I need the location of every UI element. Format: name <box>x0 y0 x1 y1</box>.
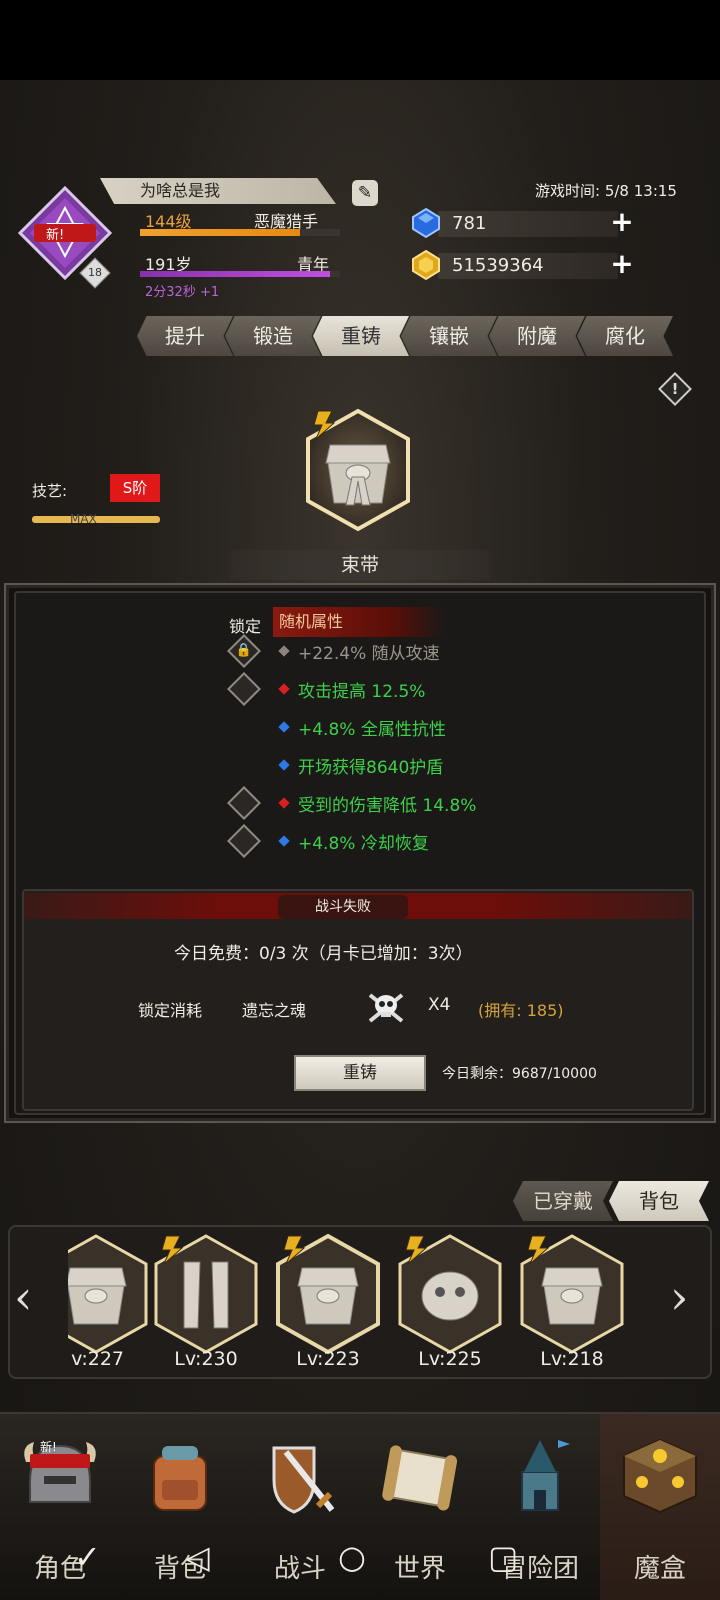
backpack-icon <box>153 1446 207 1511</box>
lock-toggle[interactable] <box>227 672 261 706</box>
selected-item-belt-icon[interactable] <box>302 407 414 533</box>
attribute-row: +4.8% 全属性抗性 <box>16 709 708 747</box>
sword-shield-icon <box>272 1446 335 1514</box>
avatar-new-badge: 新! <box>46 228 65 243</box>
free-today-text: 今日免费：0/3 次（月卡已增加：3次） <box>174 944 473 964</box>
equipment-slot-belt-icon[interactable] <box>516 1232 628 1356</box>
lock-cost-quantity: X4 <box>428 995 451 1015</box>
cost-title: 战斗失败 <box>278 895 408 919</box>
skill-grade-badge: S阶 <box>110 474 160 502</box>
owned-count: (拥有: 185) <box>478 1001 564 1020</box>
gold-icon <box>412 249 440 281</box>
equipment-slot-mask-icon[interactable] <box>394 1232 506 1356</box>
equipment-slot-belt-icon[interactable] <box>272 1232 384 1356</box>
gold-count: 51539364 <box>438 253 618 279</box>
system-back-triangle-icon[interactable]: ◁ <box>185 1538 210 1576</box>
nav-world[interactable]: 世界 <box>360 1414 480 1600</box>
remaining-today: 今日剩余：9687/10000 <box>442 1066 597 1082</box>
attribute-quality-gem-icon <box>278 759 290 771</box>
equipment-level: v:227 <box>71 1348 124 1370</box>
nav-character[interactable]: 新! 角色 <box>0 1414 120 1600</box>
attribute-list: 锁定 随机属性 🔒 +22.4% 随从攻速 攻击提高 12.5% +4.8% 全属性抗… <box>14 591 706 1115</box>
tab-inlay[interactable]: 镶嵌 <box>401 316 497 356</box>
attribute-quality-gem-icon <box>278 797 290 809</box>
age-timer: 2分32秒 +1 <box>145 285 220 300</box>
equipment-level: Lv:223 <box>296 1348 360 1370</box>
forgotten-soul-skull-icon <box>368 993 404 1023</box>
level-progress-bar <box>140 229 340 236</box>
equipment-level: Lv:225 <box>418 1348 482 1370</box>
nav-label-magic-box: 魔盒 <box>633 1554 686 1584</box>
attribute-quality-gem-icon <box>278 835 290 847</box>
attribute-quality-gem-icon <box>278 721 290 733</box>
nav-label-character: 角色 <box>33 1554 86 1584</box>
tab-equipped[interactable]: 已穿戴 <box>513 1181 613 1221</box>
attribute-text: +22.4% 随从攻速 <box>298 644 440 664</box>
nav-new-badge: 新! <box>40 1440 57 1454</box>
game-time: 游戏时间: 5/8 13:15 <box>535 182 677 200</box>
lock-toggle[interactable] <box>227 786 261 820</box>
status-bar <box>0 0 720 80</box>
castle-icon <box>521 1440 570 1511</box>
nav-label-world: 世界 <box>393 1554 446 1584</box>
lock-cost-label: 锁定消耗 <box>138 1001 203 1020</box>
scroll-left-arrow-icon[interactable]: ‹ <box>14 1270 50 1330</box>
system-recents-icon[interactable]: ▢ <box>488 1538 518 1576</box>
nav-label-bag: 背包 <box>153 1554 206 1584</box>
gem-icon <box>412 207 440 239</box>
equipment-level: Lv:230 <box>174 1348 238 1370</box>
attribute-row: 攻击提高 12.5% <box>16 671 708 709</box>
tab-enchant[interactable]: 附魔 <box>489 316 585 356</box>
cost-section: 战斗失败 今日免费：0/3 次（月卡已增加：3次） 锁定消耗 遗忘之魂 X4 (… <box>22 889 694 1111</box>
equipment-slot-legs-icon[interactable] <box>150 1232 262 1356</box>
player-name: 为啥总是我 <box>100 178 336 204</box>
tab-bag[interactable]: 背包 <box>609 1181 709 1221</box>
helmet-icon <box>24 1442 96 1503</box>
tab-recast[interactable]: 重铸 <box>313 316 409 356</box>
attribute-row: 🔒 +22.4% 随从攻速 <box>16 633 708 671</box>
equipment-tabs: 已穿戴 背包 <box>513 1181 713 1221</box>
tab-corrupt[interactable]: 腐化 <box>577 316 673 356</box>
tab-forge[interactable]: 锻造 <box>225 316 321 356</box>
skill-label: 技艺: <box>32 482 68 500</box>
recast-button[interactable]: 重铸 <box>294 1055 426 1091</box>
forge-tabs: 提升 锻造 重铸 镶嵌 附魔 腐化 <box>137 316 697 356</box>
equipment-level: Lv:218 <box>540 1348 604 1370</box>
attribute-row: +4.8% 冷却恢复 <box>16 823 708 861</box>
add-gold-button[interactable]: + <box>609 250 635 278</box>
tab-upgrade[interactable]: 提升 <box>137 316 233 356</box>
attribute-text: +4.8% 全属性抗性 <box>298 720 446 740</box>
system-home-icon[interactable]: ○ <box>338 1538 366 1576</box>
attribute-quality-gem-icon <box>278 683 290 695</box>
skill-max-label: MAX <box>70 512 97 526</box>
magic-box-icon <box>623 1438 697 1514</box>
gem-count: 781 <box>438 211 618 237</box>
edit-name-button[interactable]: ✎ <box>352 180 378 206</box>
age-progress-bar <box>140 271 340 277</box>
attribute-text: 受到的伤害降低 14.8% <box>298 796 477 816</box>
attribute-row: 开场获得8640护盾 <box>16 747 708 785</box>
nav-bag[interactable]: 背包 <box>120 1414 240 1600</box>
item-name: 束带 <box>228 550 492 580</box>
lock-toggle[interactable] <box>227 824 261 858</box>
nav-magic-box[interactable]: 魔盒 <box>600 1414 720 1600</box>
scroll-right-arrow-icon[interactable]: › <box>670 1270 706 1330</box>
attribute-text: +4.8% 冷却恢复 <box>298 834 429 854</box>
system-back-icon[interactable]: ✓ <box>74 1538 101 1576</box>
add-gems-button[interactable]: + <box>609 208 635 236</box>
attribute-row: 受到的伤害降低 14.8% <box>16 785 708 823</box>
attribute-text: 开场获得8640护盾 <box>298 758 444 778</box>
lock-cost-item: 遗忘之魂 <box>242 1001 307 1020</box>
scroll-map-icon <box>382 1445 458 1511</box>
recast-panel: 锁定 随机属性 🔒 +22.4% 随从攻速 攻击提高 12.5% +4.8% 全属性抗… <box>4 583 716 1123</box>
attribute-text: 攻击提高 12.5% <box>298 682 426 702</box>
locked-padlock-icon[interactable]: 🔒 <box>227 634 261 668</box>
attribute-quality-gem-icon <box>278 645 290 657</box>
